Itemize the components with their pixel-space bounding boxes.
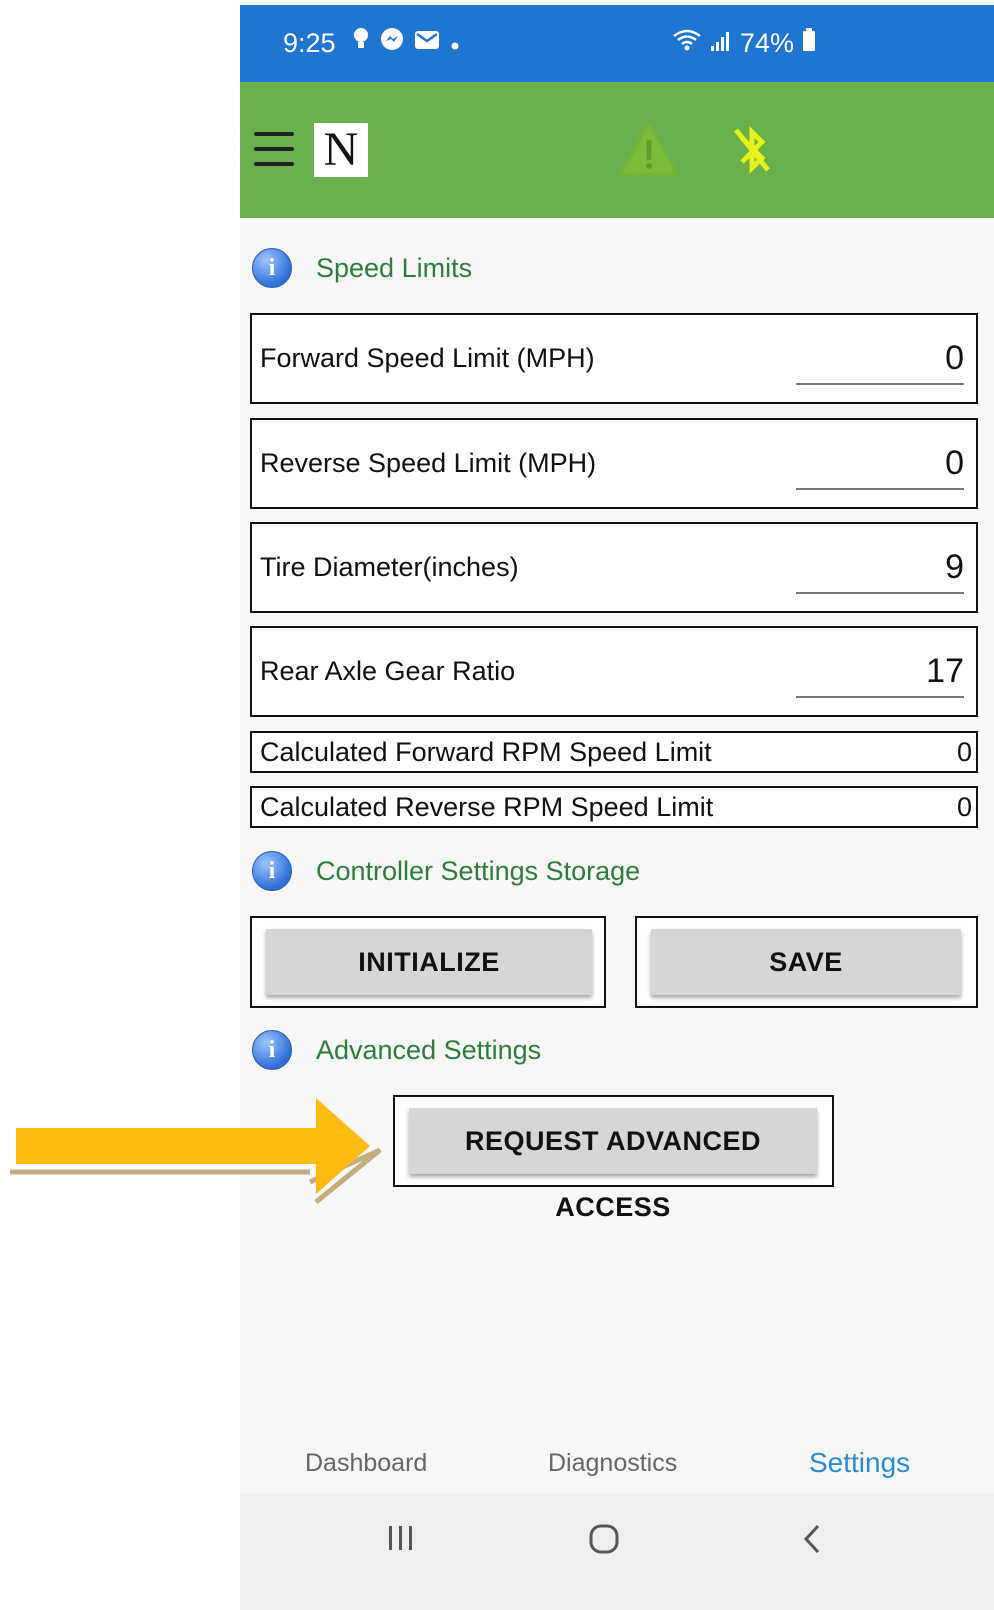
status-time: 9:25 bbox=[283, 28, 336, 58]
tire-diameter-row: Tire Diameter(inches) 9 bbox=[250, 522, 978, 613]
phone-screen: 9:25 74% N i Speed Limits Forward Speed … bbox=[240, 5, 994, 1610]
tab-settings[interactable]: Settings bbox=[809, 1425, 910, 1501]
bottom-tab-bar: Dashboard Diagnostics Settings bbox=[240, 1425, 994, 1495]
request-advanced-access-frame: REQUEST ADVANCED ACCESS bbox=[393, 1095, 834, 1222]
calculated-reverse-rpm-value: 0 bbox=[956, 792, 972, 822]
info-icon[interactable]: i bbox=[252, 1030, 292, 1070]
initialize-button[interactable]: INITIALIZE bbox=[266, 929, 592, 995]
initialize-button-frame: INITIALIZE bbox=[250, 916, 606, 1008]
info-icon[interactable]: i bbox=[252, 851, 292, 891]
field-label: Reverse Speed Limit (MPH) bbox=[260, 448, 597, 478]
reverse-speed-limit-row: Reverse Speed Limit (MPH) 0 bbox=[250, 418, 978, 509]
field-label: Calculated Reverse RPM Speed Limit bbox=[260, 792, 714, 822]
tab-diagnostics[interactable]: Diagnostics bbox=[548, 1425, 677, 1501]
calculated-forward-rpm-row: Calculated Forward RPM Speed Limit 0 bbox=[250, 731, 978, 773]
axle-ratio-input[interactable]: 17 bbox=[796, 646, 964, 698]
back-icon[interactable] bbox=[800, 1523, 824, 1560]
speed-limits-header: i Speed Limits bbox=[252, 248, 472, 288]
rear-axle-gear-ratio-row: Rear Axle Gear Ratio 17 bbox=[250, 626, 978, 717]
request-advanced-access-button[interactable]: REQUEST ADVANCED ACCESS bbox=[409, 1108, 817, 1222]
calculated-forward-rpm-value: 0 bbox=[956, 737, 972, 767]
battery-icon bbox=[802, 28, 816, 59]
app-logo: N bbox=[314, 123, 368, 177]
reverse-speed-input[interactable]: 0 bbox=[796, 438, 964, 490]
system-nav-bar bbox=[240, 1493, 994, 1610]
recent-apps-icon[interactable] bbox=[386, 1523, 416, 1558]
field-label: Forward Speed Limit (MPH) bbox=[260, 343, 595, 373]
calculated-reverse-rpm-row: Calculated Reverse RPM Speed Limit 0 bbox=[250, 786, 978, 828]
save-button-frame: SAVE bbox=[635, 916, 978, 1008]
save-button[interactable]: SAVE bbox=[651, 929, 961, 995]
advanced-settings-header: i Advanced Settings bbox=[252, 1030, 541, 1070]
tab-dashboard[interactable]: Dashboard bbox=[305, 1425, 427, 1501]
system-icons: 74% bbox=[672, 5, 816, 82]
section-title: Advanced Settings bbox=[316, 1034, 542, 1065]
section-title: Speed Limits bbox=[316, 252, 473, 283]
home-icon[interactable] bbox=[588, 1523, 620, 1560]
storage-header: i Controller Settings Storage bbox=[252, 851, 640, 891]
status-bar: 9:25 74% bbox=[240, 5, 994, 82]
signal-icon bbox=[710, 28, 732, 59]
arrow-pointer-icon bbox=[10, 1098, 382, 1204]
info-icon[interactable]: i bbox=[252, 248, 292, 288]
hamburger-menu-icon[interactable] bbox=[254, 132, 294, 166]
forward-speed-input[interactable]: 0 bbox=[796, 333, 964, 385]
bluetooth-disabled-icon[interactable] bbox=[732, 124, 772, 176]
field-label: Rear Axle Gear Ratio bbox=[260, 656, 516, 686]
field-label: Tire Diameter(inches) bbox=[260, 552, 519, 582]
field-label: Calculated Forward RPM Speed Limit bbox=[260, 737, 712, 767]
section-title: Controller Settings Storage bbox=[316, 855, 641, 886]
messenger-icon bbox=[380, 5, 404, 82]
mail-icon bbox=[414, 5, 440, 82]
lightbulb-icon bbox=[352, 5, 370, 82]
tire-diameter-input[interactable]: 9 bbox=[796, 542, 964, 594]
forward-speed-limit-row: Forward Speed Limit (MPH) 0 bbox=[250, 313, 978, 404]
app-bar: N bbox=[240, 82, 994, 218]
dot-icon bbox=[450, 5, 460, 82]
notification-icons bbox=[352, 5, 460, 82]
wifi-icon bbox=[672, 28, 702, 59]
battery-percent: 74% bbox=[740, 28, 795, 58]
warning-triangle-icon[interactable] bbox=[618, 121, 680, 177]
